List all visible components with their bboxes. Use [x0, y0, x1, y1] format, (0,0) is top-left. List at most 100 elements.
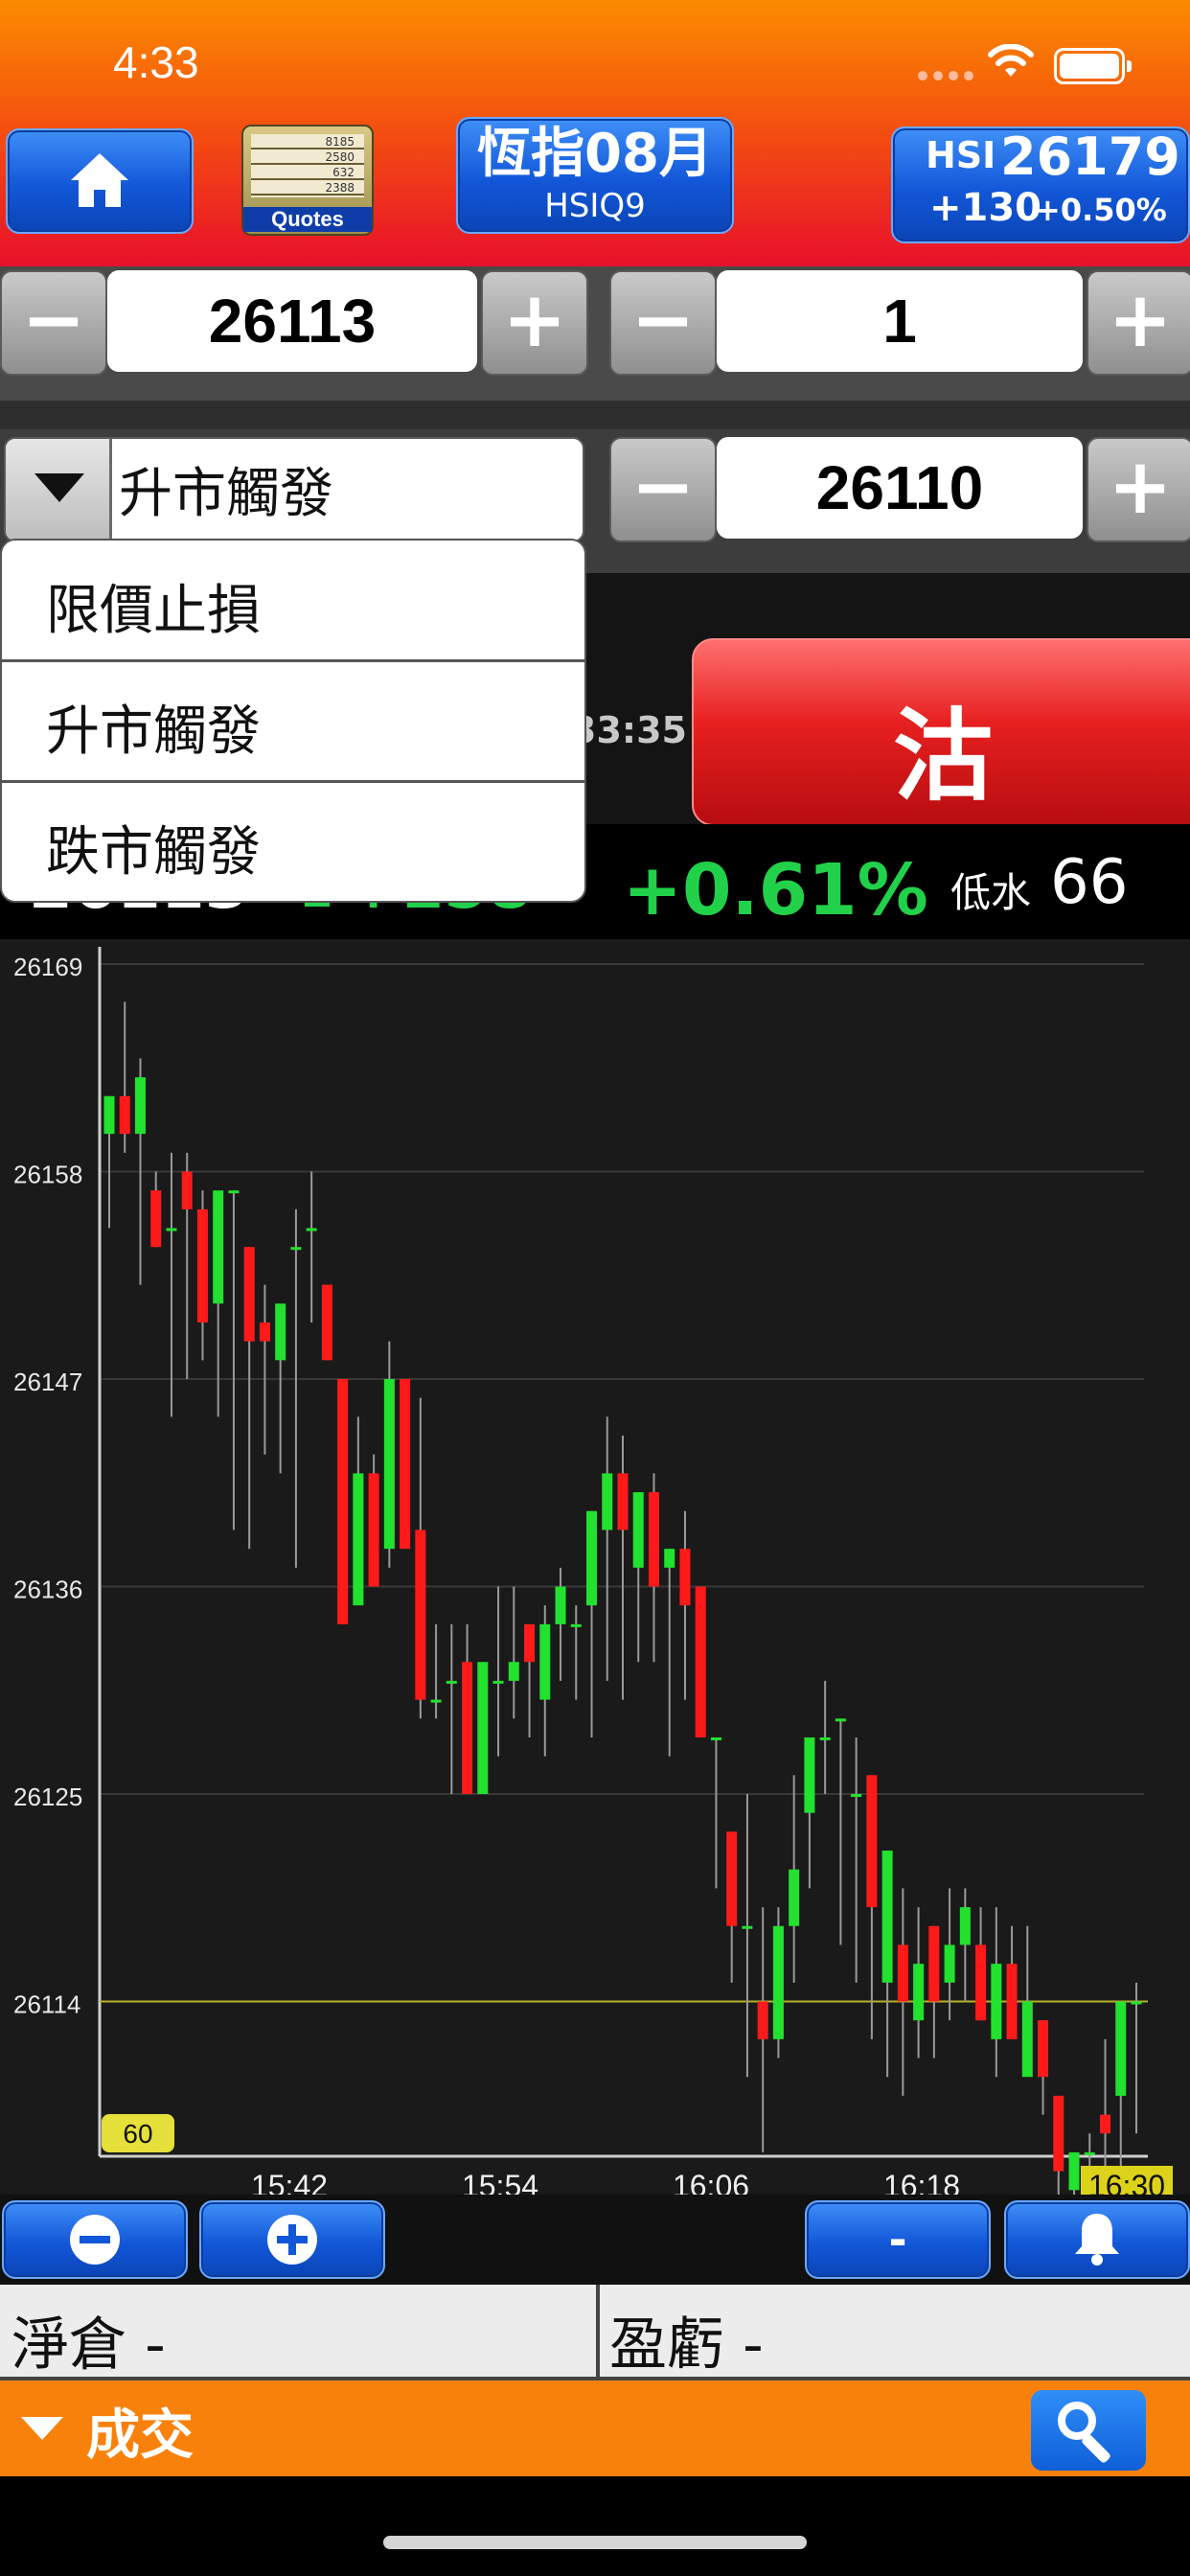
- candle-body: [866, 1775, 878, 1908]
- index-change: +130: [929, 186, 1042, 230]
- index-change-pct: +0.50%: [1035, 192, 1167, 228]
- candle-body: [492, 1680, 504, 1684]
- candle-body: [1131, 2001, 1142, 2005]
- candle-body: [664, 1549, 675, 1568]
- price-minus-button[interactable]: −: [0, 270, 107, 376]
- search-button[interactable]: [1031, 2390, 1146, 2471]
- candle-body: [243, 1247, 255, 1342]
- dropdown-option[interactable]: 升市觸發: [2, 661, 584, 783]
- price-input[interactable]: 26113: [107, 270, 477, 372]
- interval-label: -: [888, 2214, 907, 2266]
- candle-body: [1100, 2114, 1111, 2134]
- qty-minus-button[interactable]: −: [609, 270, 717, 376]
- y-tick-label: 26125: [13, 1782, 82, 1811]
- candle-body: [150, 1190, 162, 1248]
- candle-body: [477, 1662, 489, 1794]
- sell-label: 沽: [892, 698, 993, 815]
- candle-body: [259, 1322, 270, 1342]
- trigger-price-plus-button[interactable]: +: [1087, 437, 1190, 542]
- candle-body: [166, 1228, 177, 1231]
- divider: [596, 2285, 600, 2380]
- candle-body: [134, 1077, 146, 1135]
- dropdown-option[interactable]: 限價止損: [2, 540, 584, 662]
- y-tick-label: 26114: [13, 1990, 80, 2019]
- candle-body: [1006, 1964, 1018, 2039]
- index-quote-button[interactable]: HSI 26179 +130 +0.50%: [891, 126, 1190, 243]
- candle-body: [539, 1623, 551, 1700]
- home-icon: [71, 153, 128, 207]
- candle-body: [679, 1549, 691, 1606]
- dropdown-toggle[interactable]: [6, 439, 112, 540]
- price-change-pct: +0.61%: [623, 849, 928, 932]
- quotes-number: 632: [332, 166, 355, 179]
- quotes-board-icon: 8185 2580 632 2388: [251, 134, 364, 197]
- current-time-label: 16:30: [1088, 2169, 1165, 2195]
- candle-body: [617, 1473, 629, 1530]
- candle-body: [959, 1907, 971, 1945]
- trigger-type-select[interactable]: 升市觸發: [4, 437, 584, 542]
- x-tick-label: 16:18: [883, 2169, 960, 2195]
- candle-body: [586, 1510, 598, 1606]
- zoom-out-button[interactable]: [2, 2200, 188, 2279]
- candle-body: [835, 1718, 846, 1722]
- dropdown-option[interactable]: 跌市觸發: [2, 782, 584, 901]
- candle-body: [275, 1303, 286, 1361]
- profit-loss: 盈虧 -: [609, 2312, 764, 2379]
- y-tick-label: 26136: [13, 1576, 82, 1604]
- index-value: 26179: [1000, 126, 1180, 187]
- trigger-type-value: 升市觸發: [119, 463, 333, 525]
- home-button[interactable]: [6, 128, 194, 234]
- candle-body: [789, 1869, 800, 1926]
- y-tick-label: 26169: [13, 953, 82, 981]
- sell-button[interactable]: 沽: [692, 638, 1190, 826]
- dropdown-option-label: 限價止損: [46, 580, 261, 642]
- candle-body: [446, 1680, 457, 1684]
- candlestick-chart[interactable]: 2616926158261472613626125261142610315:42…: [0, 939, 1190, 2195]
- candle-body: [1038, 2020, 1049, 2078]
- contract-selector-button[interactable]: 恆指08月 HSIQ9: [456, 117, 734, 234]
- candle-body: [726, 1831, 738, 1926]
- candle-body: [975, 1944, 987, 2021]
- alert-button[interactable]: [1004, 2200, 1190, 2279]
- candle-body: [1053, 2095, 1064, 2172]
- candle-body: [742, 1925, 753, 1929]
- trigger-price-input[interactable]: 26110: [717, 437, 1083, 539]
- status-time: 4:33: [113, 37, 199, 87]
- candle-body: [321, 1284, 332, 1361]
- zoom-out-icon: [70, 2215, 120, 2265]
- candle-body: [632, 1492, 644, 1568]
- candle-body: [383, 1379, 395, 1550]
- candle-body: [103, 1095, 115, 1135]
- candle-body: [648, 1492, 659, 1587]
- quotes-number: 2388: [325, 181, 355, 195]
- qty-input[interactable]: 1: [717, 270, 1083, 372]
- candle-body: [944, 1944, 955, 1983]
- trigger-price-minus-button[interactable]: −: [609, 437, 717, 542]
- trigger-type-dropdown: 限價止損 升市觸發 跌市觸發: [0, 539, 586, 903]
- zoom-in-icon: [267, 2215, 317, 2265]
- candle-body: [400, 1379, 411, 1550]
- collapse-arrow-icon: [21, 2417, 63, 2440]
- candle-body: [462, 1662, 473, 1794]
- bell-icon: [1075, 2214, 1119, 2266]
- contract-code: HSIQ9: [544, 187, 646, 225]
- candle-body: [757, 2001, 768, 2039]
- x-tick-label: 16:06: [673, 2169, 749, 2195]
- qty-plus-button[interactable]: +: [1087, 270, 1190, 376]
- battery-icon: [1054, 48, 1132, 84]
- candle-body: [555, 1586, 566, 1624]
- candle-body: [228, 1190, 240, 1194]
- interval-button[interactable]: -: [805, 2200, 991, 2279]
- caret-down-icon: [34, 473, 84, 502]
- candle-body: [196, 1208, 208, 1322]
- price-plus-button[interactable]: +: [481, 270, 588, 376]
- candle-body: [1115, 2001, 1127, 2096]
- quotes-button[interactable]: 8185 2580 632 2388 Quotes: [241, 125, 374, 236]
- signal-dot: [933, 71, 943, 80]
- zoom-in-button[interactable]: [199, 2200, 385, 2279]
- candle-body: [881, 1851, 893, 1983]
- candle-body: [290, 1247, 302, 1251]
- candle-body: [119, 1095, 130, 1135]
- signal-dot: [964, 71, 973, 80]
- candle-body: [913, 1964, 925, 2021]
